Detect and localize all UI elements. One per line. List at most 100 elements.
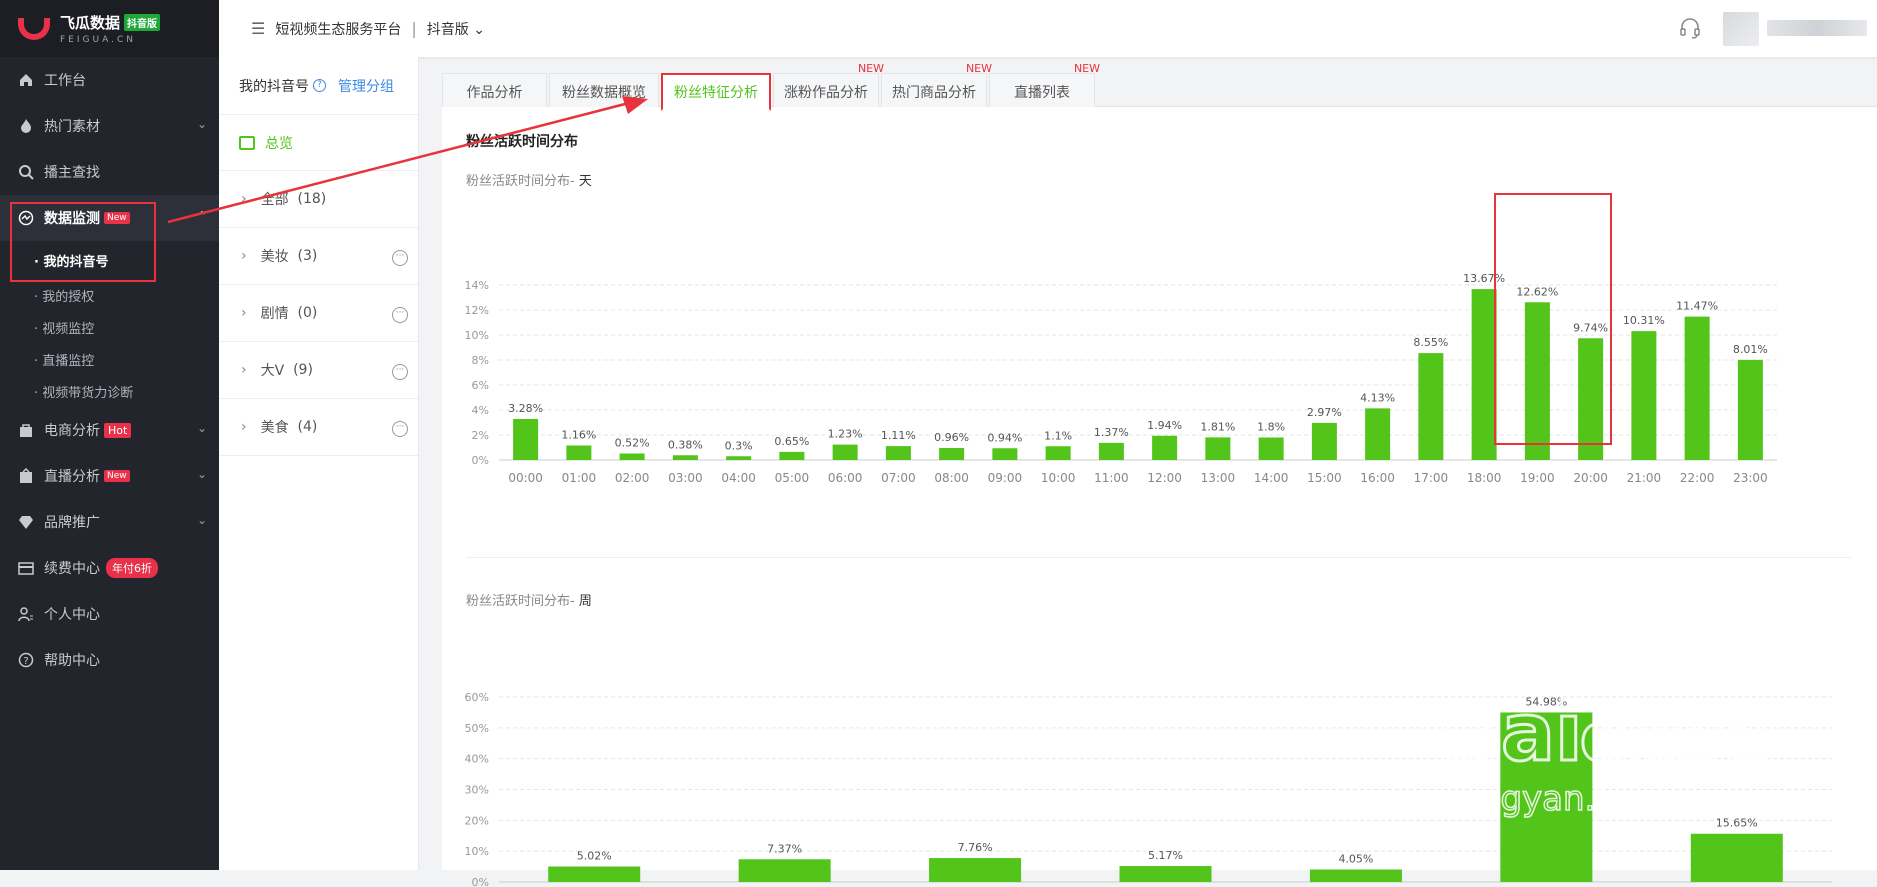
data-label: 7.37% — [767, 842, 802, 855]
watermark-logo: Bai du 经验 jingyan.baidu.com — [1440, 685, 1775, 820]
group-item-beauty[interactable]: › 美妆 (3) ··· — [219, 228, 418, 285]
tab-live-list[interactable]: 直播列表 NEW — [989, 62, 1100, 111]
chart-week-label: 粉丝活跃时间分布- 周 — [466, 590, 592, 609]
overview-item[interactable]: 总览 — [219, 115, 418, 171]
x-tick-label: 11:00 — [1094, 471, 1129, 482]
help-icon: ? — [18, 652, 34, 668]
sidebar-item-live-analysis[interactable]: 直播分析 New ⌄ — [0, 453, 219, 499]
breadcrumb[interactable]: 短视频生态服务平台 — [275, 19, 401, 39]
y-tick-label: 2% — [472, 429, 489, 442]
more-icon[interactable]: ··· — [392, 250, 408, 266]
bar — [1311, 422, 1337, 460]
sidebar-subitem-video-diagnosis[interactable]: · 视频带货力诊断 — [0, 375, 219, 407]
live-icon — [18, 468, 34, 484]
new-badge: NEW — [1073, 62, 1100, 75]
bar — [779, 451, 805, 460]
x-tick-label: 15:00 — [1307, 471, 1342, 482]
sidebar-item-label: 直播分析 — [44, 469, 100, 485]
data-label: 1.16% — [561, 429, 596, 442]
group-name: 美食 — [260, 420, 289, 436]
x-tick-label: 00:00 — [508, 471, 543, 482]
bar — [566, 445, 592, 460]
bar — [1365, 408, 1391, 460]
x-tick-label: 09:00 — [988, 471, 1023, 482]
chart-label-unit: 天 — [578, 174, 592, 189]
discount-badge: 年付6折 — [106, 558, 158, 578]
chevron-down-icon: ⌄ — [196, 421, 207, 435]
new-badge: New — [104, 470, 130, 482]
bar — [1258, 437, 1284, 460]
group-count: (3) — [297, 248, 318, 264]
data-label: 4.05% — [1338, 853, 1373, 866]
search-icon — [18, 164, 34, 180]
avatar[interactable] — [1723, 12, 1759, 46]
bar — [1684, 316, 1710, 460]
sidebar-item-label: 续费中心 — [44, 561, 100, 577]
tab-fans-overview[interactable]: 粉丝数据概览 — [549, 73, 659, 111]
group-item-all[interactable]: › 全部 (18) — [219, 171, 418, 228]
sidebar-item-label: 工作台 — [44, 73, 86, 89]
tab-growth-works[interactable]: 涨粉作品分析 NEW — [773, 62, 884, 111]
x-tick-label: 21:00 — [1627, 471, 1662, 482]
bar — [1737, 359, 1763, 460]
sidebar-item-profile[interactable]: 个人中心 — [0, 591, 219, 637]
data-label: 0.96% — [934, 431, 969, 444]
y-tick-label: 0% — [472, 876, 489, 887]
data-label: 10.31% — [1623, 314, 1665, 327]
user-name-blurred[interactable] — [1767, 20, 1867, 36]
question-icon[interactable]: ? — [313, 79, 326, 92]
tab-fans-features[interactable]: 粉丝特征分析 — [661, 73, 771, 111]
sidebar-item-renewal[interactable]: 续费中心 年付6折 — [0, 545, 219, 591]
group-name: 剧情 — [260, 306, 289, 322]
data-label: 1.1% — [1044, 429, 1072, 442]
chart-day-label: 粉丝活跃时间分布- 天 — [466, 170, 592, 189]
chart-label-prefix: 粉丝活跃时间分布- — [466, 174, 579, 189]
sidebar-item-label: 播主查找 — [44, 165, 100, 181]
sidebar-item-help[interactable]: ? 帮助中心 — [0, 637, 219, 683]
more-icon[interactable]: ··· — [392, 364, 408, 380]
sidebar-subitem-my-authorization[interactable]: · 我的授权 — [0, 279, 219, 311]
logo[interactable]: 飞瓜数据 抖音版 FEIGUA.CN — [0, 0, 219, 57]
bar — [939, 448, 965, 460]
sidebar-subitem-live-monitor[interactable]: · 直播监控 — [0, 343, 219, 375]
data-label: 5.17% — [1148, 849, 1183, 862]
chevron-up-icon: ⌃ — [196, 209, 207, 223]
sidebar-item-label: 个人中心 — [44, 607, 100, 623]
x-tick-label: 02:00 — [615, 471, 650, 482]
data-label: 0.3% — [725, 439, 753, 452]
x-tick-label: 23:00 — [1733, 471, 1768, 482]
sidebar-item-hot-materials[interactable]: 热门素材 ⌄ — [0, 103, 219, 149]
fire-icon — [18, 118, 34, 134]
tab-works-analysis[interactable]: 作品分析 — [442, 73, 547, 111]
highlight-box — [1494, 193, 1612, 445]
group-item-bigv[interactable]: › 大V (9) ··· — [219, 342, 418, 399]
x-tick-label: 07:00 — [881, 471, 916, 482]
headset-icon[interactable] — [1678, 16, 1702, 40]
y-tick-label: 60% — [465, 691, 489, 704]
bar — [992, 448, 1018, 460]
data-label: 8.55% — [1413, 336, 1448, 349]
more-icon[interactable]: ··· — [392, 421, 408, 437]
menu-toggle-icon[interactable]: ☰ — [251, 19, 265, 38]
tab-hot-products[interactable]: 热门商品分析 NEW — [881, 62, 992, 111]
more-icon[interactable]: ··· — [392, 307, 408, 323]
overview-label: 总览 — [265, 135, 293, 152]
y-tick-label: 30% — [465, 784, 489, 797]
group-item-drama[interactable]: › 剧情 (0) ··· — [219, 285, 418, 342]
bar — [1205, 437, 1231, 460]
sidebar-subitem-video-monitor[interactable]: · 视频监控 — [0, 311, 219, 343]
data-label: 0.65% — [774, 435, 809, 448]
bar — [929, 858, 1022, 882]
x-tick-label: 04:00 — [721, 471, 756, 482]
y-tick-label: 12% — [465, 304, 489, 317]
version-selector[interactable]: 抖音版 ⌄ — [427, 19, 485, 39]
bag-icon — [18, 422, 34, 438]
group-item-food[interactable]: › 美食 (4) ··· — [219, 399, 418, 456]
bar — [832, 444, 858, 460]
sidebar-item-ecommerce[interactable]: 电商分析 Hot ⌄ — [0, 407, 219, 453]
calendar-icon — [239, 135, 255, 150]
sidebar-item-creator-search[interactable]: 播主查找 — [0, 149, 219, 195]
sidebar-item-workbench[interactable]: 工作台 — [0, 57, 219, 103]
sidebar-item-brand-promo[interactable]: 品牌推广 ⌄ — [0, 499, 219, 545]
manage-groups-link[interactable]: 管理分组 — [338, 76, 394, 96]
